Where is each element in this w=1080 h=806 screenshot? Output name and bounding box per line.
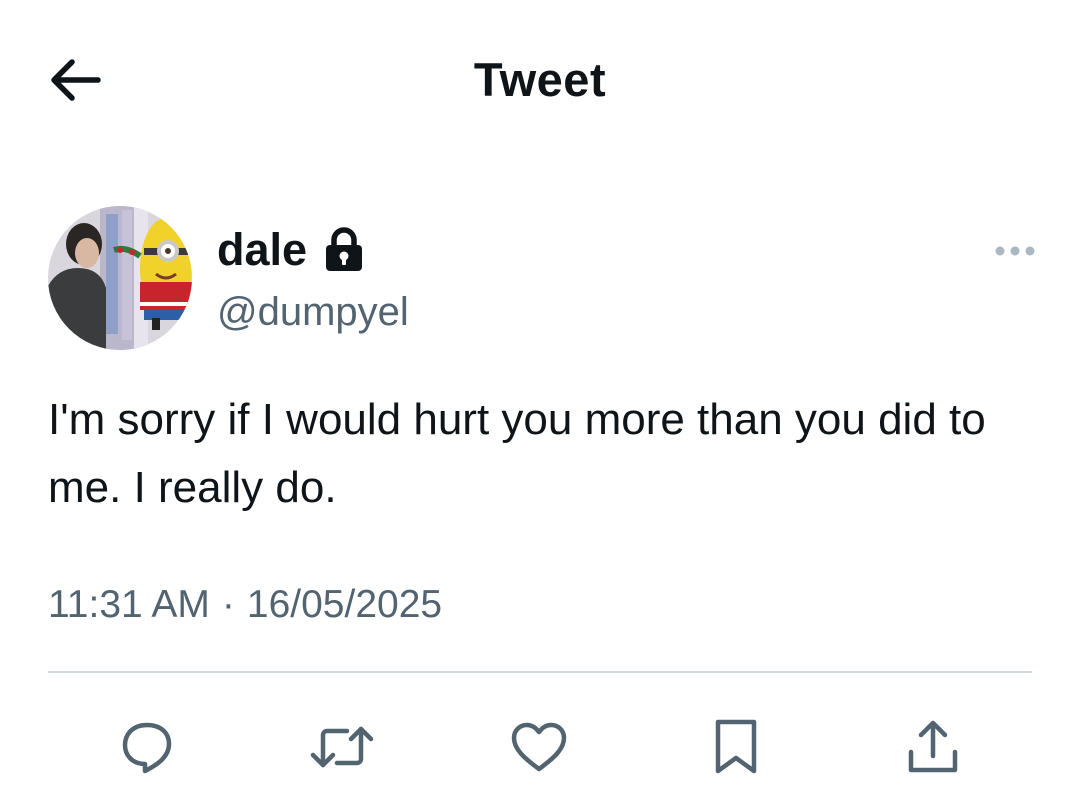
timestamp-separator: · xyxy=(221,583,235,626)
page-title: Tweet xyxy=(473,53,607,106)
user-handle[interactable]: @dumpyel xyxy=(217,288,409,336)
retweet-icon xyxy=(310,726,374,768)
share-icon xyxy=(908,720,958,773)
tweet-date: 16/05/2025 xyxy=(246,583,443,626)
top-bar: Tweet xyxy=(0,0,1080,160)
bookmark-icon xyxy=(715,719,757,774)
tweet-text: I'm sorry if I would hurt you more than … xyxy=(48,395,986,512)
bookmark-button[interactable] xyxy=(701,712,771,782)
display-name: dale xyxy=(217,224,308,275)
retweet-button[interactable] xyxy=(307,712,377,782)
tweet-actions xyxy=(0,700,1080,790)
tweet-time: 11:31 AM xyxy=(48,583,210,626)
reply-icon xyxy=(122,722,172,774)
reply-button[interactable] xyxy=(112,712,182,782)
author-name-row[interactable]: dale xyxy=(217,222,364,278)
more-options-button[interactable] xyxy=(990,236,1040,266)
heart-icon xyxy=(511,722,567,772)
tweet-timestamp: 11:31 AM · 16/05/2025 xyxy=(48,580,442,630)
divider xyxy=(48,671,1032,673)
like-button[interactable] xyxy=(504,712,574,782)
share-button[interactable] xyxy=(898,712,968,782)
avatar-photo xyxy=(48,206,192,350)
more-horizontal-icon xyxy=(995,246,1035,256)
avatar[interactable] xyxy=(48,206,192,350)
lock-icon xyxy=(324,227,364,273)
